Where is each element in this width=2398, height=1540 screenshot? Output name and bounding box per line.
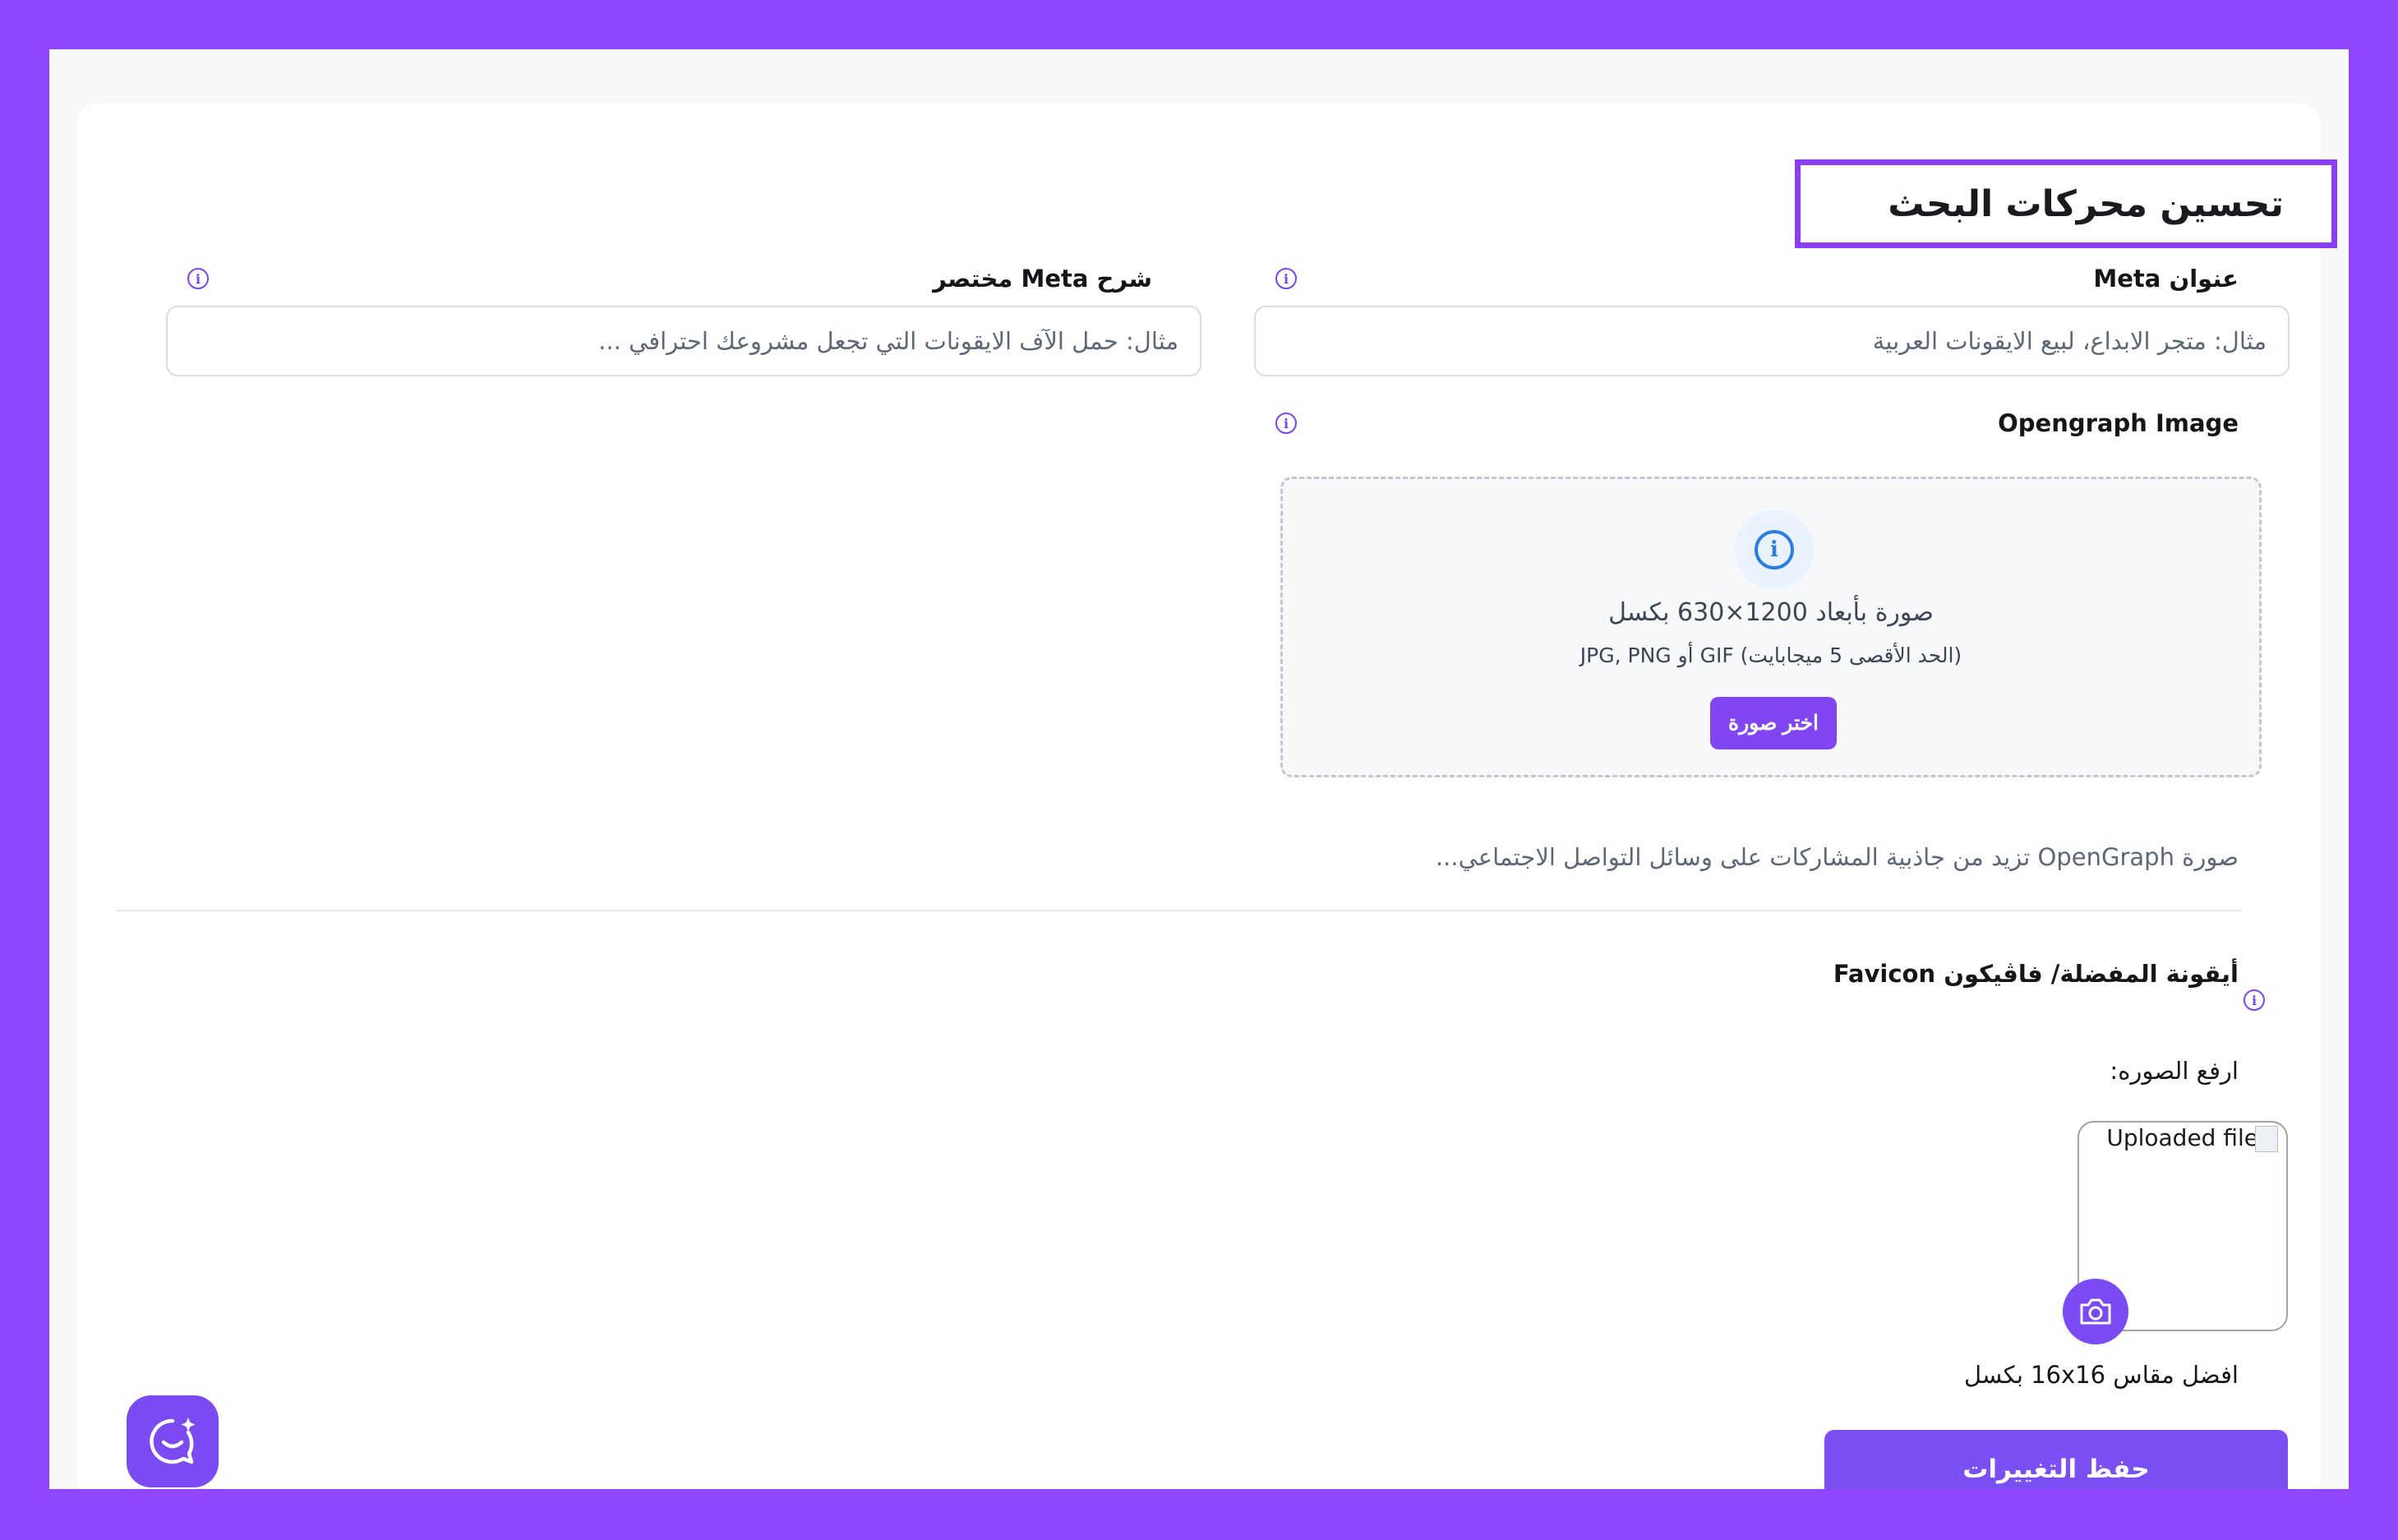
dropzone-title: صورة بأبعاد 1200×630 بكسل	[1608, 598, 1934, 627]
opengraph-dropzone[interactable]: i صورة بأبعاد 1200×630 بكسل (الحد الأقصى…	[1280, 477, 2262, 777]
favicon-image-alt: Uploaded file	[2106, 1124, 2258, 1151]
opengraph-label: Opengraph Image	[1998, 409, 2239, 437]
choose-image-button[interactable]: اختر صورة	[1710, 697, 1837, 749]
app-window: تحسين محركات البحث عنوان Meta i شرح Meta…	[49, 49, 2349, 1489]
favicon-label: أيقونة المفضلة/ فاڤيكون Favicon	[1833, 960, 2239, 988]
section-title: تحسين محركات البحث	[1888, 182, 2284, 225]
chat-assistant-icon	[150, 1418, 196, 1464]
dropzone-subtitle: (الحد الأقصى 5 ميجابايت) GIF أو JPG, PNG	[1579, 643, 1962, 667]
meta-title-label: عنوان Meta	[2093, 265, 2239, 293]
favicon-size-hint: افضل مقاس 16x16 بكسل	[1963, 1361, 2239, 1389]
dropzone-icon-circle: i	[1735, 510, 1814, 589]
section-title-box: تحسين محركات البحث	[1795, 159, 2337, 248]
favicon-info-icon[interactable]: i	[2244, 989, 2265, 1011]
section-divider	[117, 910, 2242, 911]
opengraph-info-icon[interactable]: i	[1275, 413, 1297, 434]
meta-title-input[interactable]	[1254, 306, 2290, 376]
upload-label: ارفع الصوره:	[2110, 1057, 2239, 1085]
meta-description-label: شرح Meta مختصر	[933, 265, 1152, 293]
camera-upload-button[interactable]	[2063, 1279, 2128, 1344]
info-icon: i	[1755, 530, 1794, 569]
meta-description-input[interactable]	[166, 306, 1201, 376]
camera-icon	[2080, 1298, 2111, 1325]
meta-description-info-icon[interactable]: i	[187, 268, 209, 289]
opengraph-note: صورة OpenGraph تزيد من جاذبية المشاركات …	[1435, 843, 2239, 871]
meta-title-info-icon[interactable]: i	[1275, 268, 1297, 289]
broken-image-icon	[2255, 1126, 2278, 1152]
save-changes-button[interactable]: حفظ التغييرات	[1824, 1430, 2288, 1489]
chat-assistant-button[interactable]	[127, 1395, 219, 1487]
